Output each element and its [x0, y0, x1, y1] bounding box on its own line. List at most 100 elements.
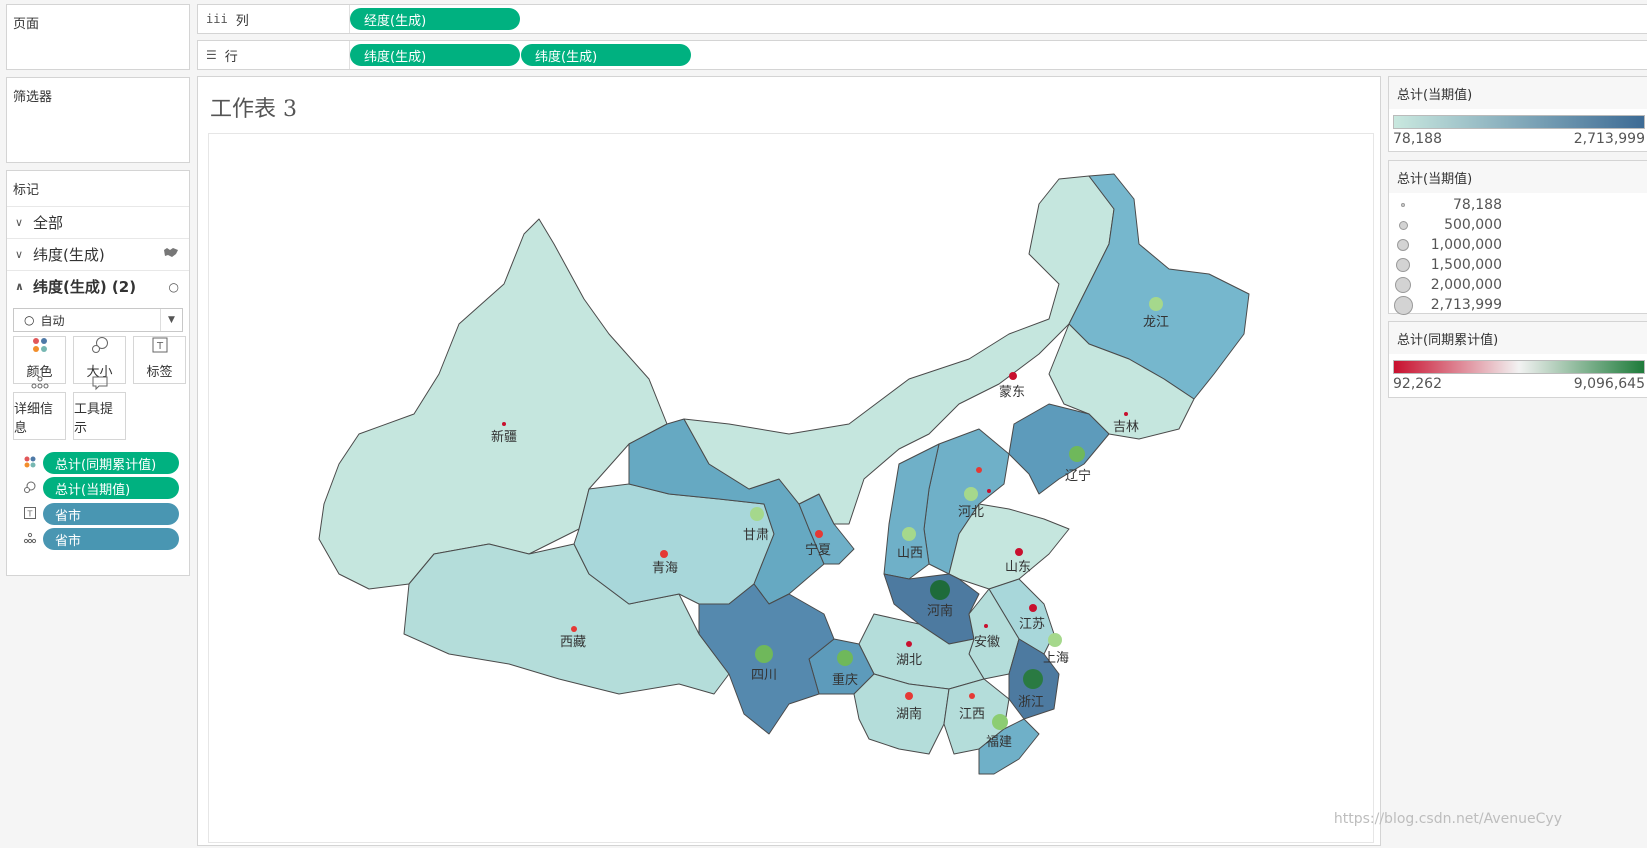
columns-icon: iii — [206, 12, 228, 26]
field-pill[interactable]: 总计(当期值) — [43, 477, 179, 499]
mark-shanghai — [1048, 633, 1062, 647]
label-heilongjiang: 龙江 — [1143, 315, 1169, 330]
detail-tile[interactable]: 详细信息 — [13, 392, 66, 440]
mark-heilongjiang — [1149, 297, 1163, 311]
field-pill[interactable]: 总计(同期累计值) — [43, 452, 179, 474]
mark-shanxi — [902, 527, 916, 541]
label-shandong: 山东 — [1005, 560, 1031, 575]
mark-sichuan — [755, 645, 773, 663]
rows-label: 行 — [225, 46, 238, 65]
chevron-down-icon: ∨ — [15, 248, 33, 261]
mark-mengdong — [1009, 372, 1017, 380]
fill-gradient-bar — [1393, 115, 1645, 129]
marks-layer2-row[interactable]: ∧ 纬度(生成) (2) ○ — [7, 270, 189, 302]
mark-type-dropdown[interactable]: ○ 自动 ▼ — [13, 308, 183, 332]
label-ningxia: 宁夏 — [805, 542, 831, 558]
label-tile[interactable]: T 标签 — [133, 336, 186, 384]
columns-pill[interactable]: 经度(生成) — [350, 8, 520, 30]
label-jilin: 吉林 — [1113, 420, 1139, 435]
mark-gansu — [750, 507, 764, 521]
columns-label: 列 — [236, 10, 249, 29]
tooltip-tile-label: 工具提示 — [74, 398, 125, 436]
watermark: https://blog.csdn.net/AvenueCyy — [1334, 811, 1562, 827]
mark-jiangsu — [1029, 604, 1037, 612]
rows-pill[interactable]: 纬度(生成) — [350, 44, 520, 66]
field-row-label[interactable]: T 省市 — [23, 503, 179, 525]
size-legend-item: 78,188 — [1389, 195, 1647, 215]
tooltip-tile[interactable]: 工具提示 — [73, 392, 126, 440]
size-legend-item: 2,713,999 — [1389, 295, 1647, 315]
filters-title: 筛选器 — [7, 78, 189, 105]
size-legend[interactable]: 总计(当期值) 78,188 500,000 1,000,000 1,500,0… — [1388, 160, 1647, 314]
label-mengdong: 蒙东 — [999, 385, 1025, 400]
mark-xizang — [571, 626, 577, 632]
circle-mark-icon: ○ — [169, 280, 179, 294]
label-shanghai: 上海 — [1043, 651, 1069, 666]
label-liaoning: 辽宁 — [1065, 468, 1091, 484]
mark-liaoning — [1069, 446, 1085, 462]
mark-ningxia — [815, 530, 823, 538]
columns-shelf[interactable]: iii 列 经度(生成) — [197, 4, 1647, 34]
mark-zhejiang — [1023, 669, 1043, 689]
label-chongqing: 重庆 — [832, 672, 858, 688]
label-icon: T — [23, 506, 43, 523]
marks-layer2-label: 纬度(生成) (2) — [33, 276, 136, 297]
filters-panel[interactable]: 筛选器 — [6, 77, 190, 163]
china-map[interactable]: 新疆 西藏 青海 甘肃 宁夏 蒙东 龙江 吉林 辽宁 河北 山西 山东 河南 江… — [209, 134, 1375, 844]
label-xizang: 西藏 — [560, 635, 586, 650]
size-legend-item: 2,000,000 — [1389, 275, 1647, 295]
label-shanxi: 山西 — [897, 546, 923, 561]
size-icon — [23, 480, 43, 497]
label-xinjiang: 新疆 — [491, 429, 517, 445]
marks-panel: 标记 ∨ 全部 ∨ 纬度(生成) ∧ 纬度(生成) (2) ○ ○ 自动 ▼ 颜… — [6, 170, 190, 576]
field-pill[interactable]: 省市 — [43, 528, 179, 550]
pages-panel[interactable]: 页面 — [6, 4, 190, 70]
field-row-size[interactable]: 总计(当期值) — [23, 477, 179, 499]
marks-title: 标记 — [7, 171, 189, 206]
marks-all-row[interactable]: ∨ 全部 — [7, 206, 189, 238]
mark-jiangxi — [969, 693, 975, 699]
fill-legend-max: 2,713,999 — [1574, 131, 1645, 147]
color-icon — [23, 455, 43, 472]
rows-shelf[interactable]: ☰ 行 纬度(生成) 纬度(生成) — [197, 40, 1647, 70]
mark-xinjiang — [502, 422, 506, 426]
fill-legend-min: 78,188 — [1393, 131, 1442, 147]
field-row-detail[interactable]: 省市 — [23, 528, 179, 550]
color-legend-title: 总计(同期累计值) — [1389, 322, 1647, 354]
label-jiangsu: 江苏 — [1019, 616, 1045, 632]
pages-title: 页面 — [7, 5, 189, 32]
mark-jilin — [1124, 412, 1128, 416]
color-legend[interactable]: 总计(同期累计值) 92,262 9,096,645 — [1388, 321, 1647, 398]
fill-color-legend[interactable]: 总计(当期值) 78,188 2,713,999 — [1388, 76, 1647, 152]
mark-shandong — [1015, 548, 1023, 556]
map-view[interactable]: 新疆 西藏 青海 甘肃 宁夏 蒙东 龙江 吉林 辽宁 河北 山西 山东 河南 江… — [208, 133, 1374, 843]
color-legend-max: 9,096,645 — [1574, 376, 1645, 392]
chevron-down-icon: ∨ — [15, 216, 33, 229]
field-pill[interactable]: 省市 — [43, 503, 179, 525]
svg-text:T: T — [27, 509, 33, 518]
size-legend-title: 总计(当期值) — [1389, 161, 1647, 193]
map-icon — [163, 247, 179, 262]
columns-shelf-label: iii 列 — [198, 5, 350, 33]
label-henan: 河南 — [927, 603, 953, 619]
rows-pill[interactable]: 纬度(生成) — [521, 44, 691, 66]
size-icon — [91, 336, 109, 358]
svg-text:T: T — [155, 341, 163, 352]
fill-legend-title: 总计(当期值) — [1389, 77, 1647, 109]
color-icon — [31, 336, 49, 358]
mark-hubei — [906, 641, 912, 647]
circle-mark-icon: ○ — [24, 313, 34, 327]
dropdown-arrow-icon[interactable]: ▼ — [160, 309, 182, 331]
size-legend-item: 500,000 — [1389, 215, 1647, 235]
mark-henan — [930, 580, 950, 600]
mark-type-value: 自动 — [40, 312, 64, 329]
marks-layer1-label: 纬度(生成) — [33, 244, 105, 265]
label-jiangxi: 江西 — [959, 707, 985, 722]
label-qinghai: 青海 — [652, 561, 678, 576]
marks-layer1-row[interactable]: ∨ 纬度(生成) — [7, 238, 189, 270]
field-row-color[interactable]: 总计(同期累计值) — [23, 452, 179, 474]
worksheet: 工作表 3 — [197, 76, 1381, 846]
marks-all-label: 全部 — [33, 212, 63, 233]
size-legend-item: 1,500,000 — [1389, 255, 1647, 275]
detail-tile-label: 详细信息 — [14, 398, 65, 436]
